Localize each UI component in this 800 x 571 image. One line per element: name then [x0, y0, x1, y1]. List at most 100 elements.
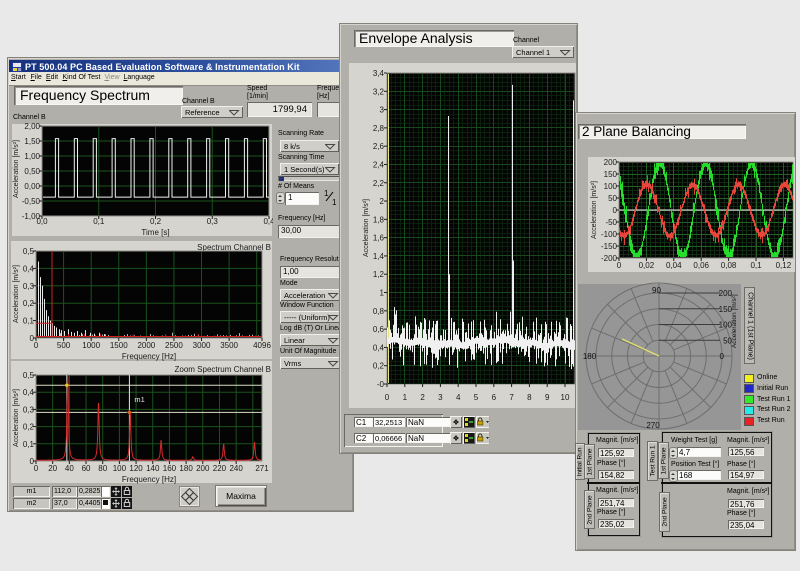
svg-text:20: 20: [48, 464, 57, 473]
svg-text:180: 180: [583, 352, 597, 361]
svg-text:150: 150: [604, 170, 618, 179]
svg-text:0,3: 0,3: [23, 282, 35, 291]
svg-text:240: 240: [229, 464, 243, 473]
svg-text:0,4: 0,4: [263, 217, 273, 226]
svg-text:2: 2: [420, 393, 425, 402]
svg-text:Zoom Spectrum Channel B: Zoom Spectrum Channel B: [175, 365, 272, 374]
svg-text:-200: -200: [601, 254, 618, 263]
svg-text:0,6: 0,6: [373, 325, 385, 334]
svg-text:3000: 3000: [193, 341, 211, 350]
svg-text:80: 80: [98, 464, 107, 473]
svg-text:2: 2: [380, 197, 385, 206]
svg-text:7: 7: [509, 393, 514, 402]
svg-text:40: 40: [65, 464, 74, 473]
svg-text:0: 0: [385, 393, 390, 402]
svg-text:0,4: 0,4: [23, 388, 35, 397]
svg-text:200: 200: [604, 158, 618, 167]
svg-text:0,02: 0,02: [639, 261, 655, 270]
svg-text:0,1: 0,1: [23, 440, 35, 449]
svg-text:0: 0: [617, 261, 622, 270]
svg-text:220: 220: [213, 464, 227, 473]
svg-text:1500: 1500: [110, 341, 128, 350]
svg-text:3: 3: [438, 393, 443, 402]
svg-text:4096: 4096: [253, 341, 271, 350]
svg-text:90: 90: [652, 286, 661, 295]
svg-text:100: 100: [113, 464, 127, 473]
svg-text:0,50: 0,50: [24, 167, 40, 176]
svg-text:60: 60: [82, 464, 91, 473]
svg-text:0,2: 0,2: [23, 423, 35, 432]
svg-text:0: 0: [720, 352, 725, 361]
svg-text:Acceleration [m/s²]: Acceleration [m/s²]: [731, 294, 738, 348]
svg-text:6: 6: [492, 393, 497, 402]
svg-text:3500: 3500: [220, 341, 238, 350]
svg-text:1: 1: [403, 393, 408, 402]
svg-text:1: 1: [332, 198, 337, 206]
svg-text:0: 0: [34, 464, 39, 473]
svg-text:140: 140: [146, 464, 160, 473]
svg-text:160: 160: [163, 464, 177, 473]
svg-text:2500: 2500: [165, 341, 183, 350]
svg-text:0,4: 0,4: [373, 343, 385, 352]
svg-text:Acceleration [m/s²]: Acceleration [m/s²]: [13, 140, 20, 198]
svg-text:8: 8: [527, 393, 532, 402]
svg-text:1,4: 1,4: [373, 252, 385, 261]
svg-text:Time [s]: Time [s]: [141, 228, 169, 237]
svg-text:3,2: 3,2: [373, 87, 385, 96]
svg-text:1: 1: [324, 189, 329, 198]
svg-text:Acceleration [m/s²]: Acceleration [m/s²]: [13, 265, 20, 323]
svg-text:9: 9: [545, 393, 550, 402]
svg-text:0,04: 0,04: [666, 261, 682, 270]
svg-text:Acceleration [m/s²]: Acceleration [m/s²]: [363, 199, 370, 257]
svg-text:-0,50: -0,50: [22, 197, 41, 206]
svg-text:0,2: 0,2: [373, 362, 385, 371]
svg-text:2,2: 2,2: [373, 179, 385, 188]
svg-text:Acceleration [m/s²]: Acceleration [m/s²]: [591, 181, 598, 239]
svg-text:2,00: 2,00: [24, 122, 40, 131]
svg-text:1000: 1000: [82, 341, 100, 350]
svg-text:0,8: 0,8: [373, 307, 385, 316]
svg-text:0,12: 0,12: [776, 261, 792, 270]
svg-text:0,1: 0,1: [23, 317, 35, 326]
svg-text:0,00: 0,00: [24, 182, 40, 191]
svg-text:0,5: 0,5: [23, 371, 35, 380]
svg-text:10: 10: [561, 393, 570, 402]
svg-text:-100: -100: [601, 230, 618, 239]
svg-text:0,08: 0,08: [721, 261, 737, 270]
svg-text:3,4: 3,4: [373, 69, 385, 78]
svg-text:-0: -0: [377, 380, 385, 389]
svg-text:270: 270: [646, 421, 660, 430]
svg-text:m1: m1: [134, 395, 144, 404]
svg-text:2,4: 2,4: [373, 160, 385, 169]
svg-text:200: 200: [196, 464, 210, 473]
svg-text:2000: 2000: [137, 341, 155, 350]
svg-text:-50: -50: [605, 218, 617, 227]
svg-text:Acceleration [m/s²]: Acceleration [m/s²]: [13, 389, 20, 447]
svg-text:Frequency [Hz]: Frequency [Hz]: [122, 475, 176, 484]
svg-text:0,5: 0,5: [23, 247, 35, 256]
svg-text:0,2: 0,2: [23, 299, 35, 308]
svg-text:1,6: 1,6: [373, 234, 385, 243]
svg-text:4: 4: [456, 393, 461, 402]
svg-text:120: 120: [129, 464, 143, 473]
svg-text:1,8: 1,8: [373, 215, 385, 224]
svg-text:5: 5: [474, 393, 479, 402]
svg-text:3: 3: [380, 106, 385, 115]
svg-text:500: 500: [57, 341, 71, 350]
svg-text:2,6: 2,6: [373, 142, 385, 151]
svg-text:2,8: 2,8: [373, 124, 385, 133]
svg-text:180: 180: [179, 464, 193, 473]
svg-text:0,4: 0,4: [23, 264, 35, 273]
svg-text:0: 0: [34, 341, 39, 350]
svg-text:0,3: 0,3: [23, 405, 35, 414]
svg-text:100: 100: [604, 182, 618, 191]
svg-text:Frequency [Hz]: Frequency [Hz]: [122, 352, 176, 361]
svg-text:1,00: 1,00: [24, 152, 40, 161]
svg-text:0,06: 0,06: [693, 261, 709, 270]
svg-text:-150: -150: [601, 242, 618, 251]
svg-text:0,1: 0,1: [750, 261, 762, 270]
svg-text:1,2: 1,2: [373, 270, 385, 279]
svg-text:1: 1: [380, 289, 385, 298]
svg-text:1,50: 1,50: [24, 137, 40, 146]
svg-text:271: 271: [255, 464, 269, 473]
